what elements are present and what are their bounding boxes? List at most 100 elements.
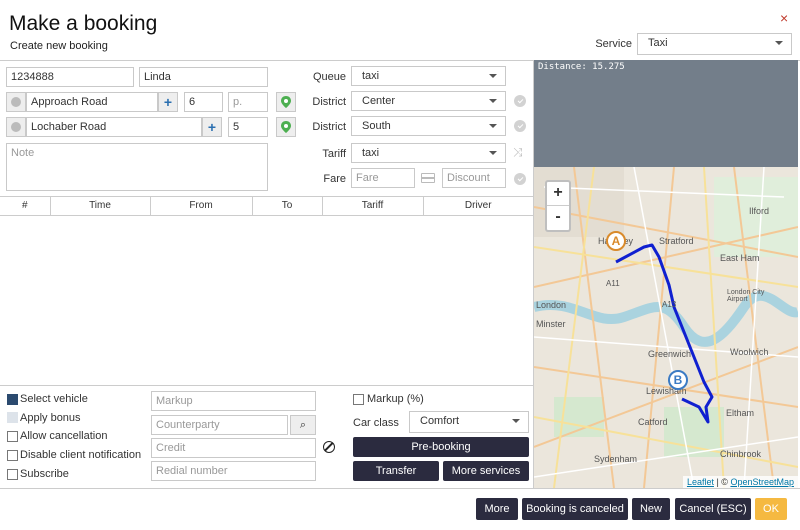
place-label: Catford (638, 417, 668, 427)
chevron-down-icon (512, 419, 520, 423)
place-label: London (536, 300, 567, 310)
check-circle-icon (514, 95, 526, 107)
subscribe-checkbox[interactable] (7, 469, 18, 480)
district-select-dropoff[interactable]: South (351, 116, 506, 136)
place-label: Sydenham (594, 454, 638, 464)
place-label: London City Airport (727, 289, 765, 303)
zoom-in-button[interactable]: + (547, 182, 569, 206)
place-label: Minster (536, 319, 566, 329)
column-header[interactable]: Tariff (322, 197, 424, 216)
tariff-label: Tariff (322, 148, 346, 160)
chevron-down-icon (775, 41, 783, 45)
column-header[interactable]: From (150, 197, 253, 216)
select-vehicle-checkbox[interactable] (7, 394, 18, 405)
add-icon[interactable]: + (158, 92, 178, 112)
zoom-control: + - (545, 180, 571, 232)
allow-cancellation-label: Allow cancellation (20, 430, 108, 442)
tariff-select[interactable]: taxi (351, 143, 506, 163)
counterparty-input[interactable] (151, 415, 288, 435)
disable-notification-label: Disable client notification (20, 449, 142, 461)
disable-notification-checkbox[interactable] (7, 450, 18, 461)
note-textarea[interactable] (6, 143, 268, 191)
apply-bonus-checkbox (7, 412, 18, 423)
chevron-down-icon (489, 74, 497, 78)
chevron-down-icon (489, 99, 497, 103)
allow-cancellation-checkbox[interactable] (7, 431, 18, 442)
marker-a-icon[interactable]: A (606, 231, 626, 251)
credit-input[interactable] (151, 438, 316, 458)
shuffle-icon[interactable]: ⤨ (513, 145, 523, 160)
map-panel[interactable]: Distance: 15.275 Ilford Stratford East H… (534, 60, 798, 488)
map-attribution: Leaflet | © OpenStreetMap (682, 476, 798, 488)
chevron-down-icon (489, 151, 497, 155)
select-vehicle-label: Select vehicle (20, 393, 88, 405)
column-header[interactable]: Driver (423, 197, 533, 216)
distance-readout: Distance: 15.275 (538, 62, 625, 72)
more-services-button[interactable]: More services (443, 461, 529, 481)
phone-input[interactable] (6, 67, 134, 87)
marker-a-label: A (611, 234, 621, 248)
queue-label: Queue (312, 71, 346, 83)
district-label: District (312, 121, 346, 133)
name-input[interactable] (139, 67, 268, 87)
card-icon[interactable] (421, 173, 435, 183)
service-select[interactable]: Taxi (637, 33, 792, 55)
map-distance-banner: Distance: 15.275 (534, 60, 798, 167)
page-subtitle: Create new booking (10, 40, 108, 52)
place-label: Chinbrook (720, 449, 762, 459)
globe-icon[interactable] (6, 117, 26, 137)
check-circle-icon (514, 173, 526, 185)
dropoff-house-input[interactable] (228, 117, 268, 137)
zoom-out-button[interactable]: - (547, 206, 569, 230)
apply-bonus-label: Apply bonus (20, 412, 81, 424)
booking-canceled-button[interactable]: Booking is canceled (522, 498, 628, 520)
car-class-select[interactable]: Comfort (409, 411, 529, 433)
redial-input[interactable] (151, 461, 316, 481)
place-label: East Ham (720, 253, 760, 263)
chevron-down-icon (489, 124, 497, 128)
place-label: Ilford (749, 206, 770, 216)
place-label: Eltham (726, 408, 755, 418)
block-icon[interactable] (323, 441, 335, 453)
more-button[interactable]: More (476, 498, 518, 520)
place-label: Stratford (659, 236, 694, 246)
globe-icon[interactable] (6, 92, 26, 112)
pickup-apt-input[interactable] (228, 92, 268, 112)
place-label: A11 (606, 279, 620, 288)
pickup-street-input[interactable] (26, 92, 158, 112)
attribution-separator: | © (713, 477, 731, 487)
ok-button[interactable]: OK (755, 498, 787, 520)
column-header[interactable]: Time (50, 197, 151, 216)
page-title: Make a booking (9, 12, 158, 35)
pickup-house-input[interactable] (184, 92, 223, 112)
place-label: A13 (662, 300, 677, 309)
cancel-button[interactable]: Cancel (ESC) (675, 498, 751, 520)
markup-percent-checkbox[interactable] (353, 394, 364, 405)
column-header[interactable]: To (252, 197, 323, 216)
add-icon[interactable]: + (202, 117, 222, 137)
transfer-button[interactable]: Transfer (353, 461, 439, 481)
place-label: Woolwich (730, 347, 769, 357)
discount-input[interactable] (442, 168, 506, 188)
dropoff-street-input[interactable] (26, 117, 202, 137)
column-header[interactable]: # (0, 197, 51, 216)
markup-input[interactable] (151, 391, 316, 411)
district-label: District (312, 96, 346, 108)
service-label: Service (595, 38, 632, 50)
place-label: Greenwich (648, 349, 692, 359)
district-select-pickup[interactable]: Center (351, 91, 506, 111)
footer-divider (0, 488, 800, 489)
osm-link[interactable]: OpenStreetMap (730, 477, 794, 487)
leaflet-link[interactable]: Leaflet (687, 477, 714, 487)
fare-input[interactable] (351, 168, 415, 188)
new-button[interactable]: New (632, 498, 670, 520)
close-icon[interactable]: × (780, 10, 788, 26)
car-class-label: Car class (353, 417, 399, 429)
queue-select[interactable]: taxi (351, 66, 506, 86)
binoculars-icon[interactable]: ⌕ (290, 415, 316, 435)
prebooking-button[interactable]: Pre-booking (353, 437, 529, 457)
subscribe-label: Subscribe (20, 468, 69, 480)
marker-b-label: B (673, 373, 683, 387)
marker-b-icon[interactable]: B (668, 370, 688, 390)
fare-label: Fare (323, 173, 346, 185)
